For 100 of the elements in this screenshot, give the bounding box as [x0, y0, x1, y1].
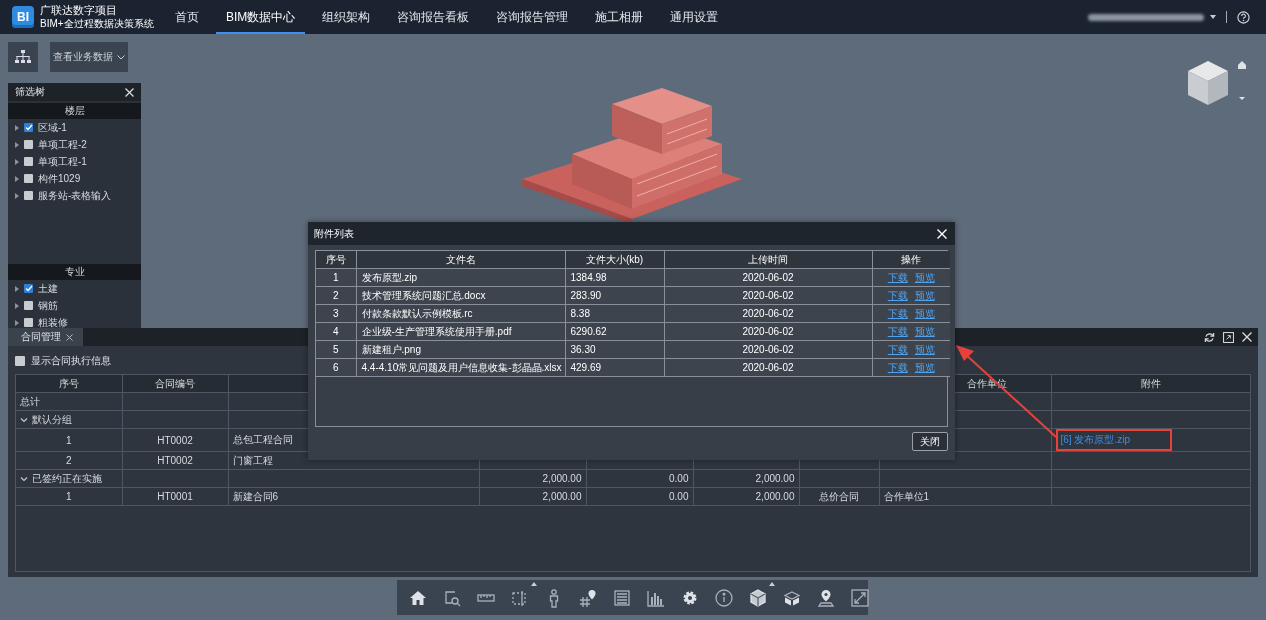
- table-cell: 1: [332, 272, 339, 283]
- help-icon[interactable]: [1237, 10, 1250, 24]
- file-name: 付款条款默认示例模板.rc: [361, 307, 473, 319]
- view-data-dropdown[interactable]: 查看业务数据: [50, 42, 128, 72]
- info-icon: [714, 587, 734, 608]
- attachment-link[interactable]: [6] 发布原型.zip: [1060, 434, 1130, 445]
- tree-item-label[interactable]: 单项工程-1: [38, 154, 87, 169]
- close-button[interactable]: 关闭: [912, 432, 948, 451]
- expand-arrow-icon[interactable]: [15, 175, 19, 182]
- tree-item-label[interactable]: 服务站-表格输入: [38, 188, 112, 203]
- table-cell: 2,000.00: [542, 473, 582, 484]
- expand-arrow-icon[interactable]: [15, 158, 19, 165]
- caret-icon[interactable]: [1210, 15, 1216, 19]
- action-link[interactable]: 下载: [887, 342, 908, 357]
- action-link[interactable]: 预览: [914, 324, 935, 339]
- nav-tab[interactable]: 组织架构: [312, 0, 381, 34]
- action-link[interactable]: 预览: [914, 342, 935, 357]
- upload-date: 2020-06-02: [742, 344, 794, 355]
- nav-tab[interactable]: 施工相册: [585, 0, 654, 34]
- upload-date: 2020-06-02: [742, 308, 794, 319]
- checkbox[interactable]: [24, 157, 33, 166]
- nav-tab[interactable]: 咨询报告管理: [486, 0, 579, 34]
- nav-tab[interactable]: 咨询报告看板: [387, 0, 480, 34]
- checkbox[interactable]: [24, 301, 33, 310]
- file-name: 企业级-生产管理系统使用手册.pdf: [361, 325, 512, 337]
- expand-arrow-icon[interactable]: [15, 124, 19, 131]
- table-cell: 2: [332, 290, 339, 301]
- close-icon[interactable]: [1242, 332, 1252, 342]
- action-link[interactable]: 预览: [914, 306, 935, 321]
- panel-tab[interactable]: 合同管理: [8, 328, 83, 346]
- tree-item-label[interactable]: 单项工程-2: [38, 137, 87, 152]
- tree-item-label[interactable]: 粗装修: [38, 315, 68, 330]
- close-icon[interactable]: [125, 87, 134, 97]
- tree-item-label[interactable]: 钢筋: [38, 298, 58, 313]
- action-link[interactable]: 下载: [887, 324, 908, 339]
- expand-arrow-icon[interactable]: [15, 285, 19, 292]
- action-link[interactable]: 下载: [887, 288, 908, 303]
- group-label: 默认分组: [32, 412, 72, 427]
- expand-arrow-icon[interactable]: [15, 141, 19, 148]
- tab-label[interactable]: 合同管理: [21, 330, 61, 344]
- org-tree-button[interactable]: [8, 42, 38, 72]
- table-cell: 1: [65, 491, 72, 502]
- tree-item-label[interactable]: 区域-1: [38, 120, 67, 135]
- table-cell: 门窗工程: [232, 454, 273, 466]
- table-cell: 6: [332, 362, 339, 373]
- chevron-icon[interactable]: [20, 474, 28, 483]
- tree-item-label[interactable]: 土建: [38, 281, 58, 296]
- checkbox[interactable]: [15, 356, 25, 366]
- table-cell: 2,000.00: [755, 491, 795, 502]
- action-link[interactable]: 下载: [887, 306, 908, 321]
- table-cell: HT0002: [157, 434, 193, 446]
- table-cell: 0.00: [669, 473, 689, 484]
- column-header: 上传时间: [748, 253, 788, 265]
- refresh-icon[interactable]: [1204, 331, 1215, 343]
- checkbox[interactable]: [24, 191, 33, 200]
- chevron-down-icon: [117, 54, 125, 60]
- file-name: 技术管理系统问题汇总.docx: [361, 289, 486, 301]
- upload-date: 2020-06-02: [742, 326, 794, 337]
- upload-date: 2020-06-02: [742, 272, 794, 283]
- upload-date: 2020-06-02: [742, 290, 794, 301]
- section-header: 楼层: [8, 103, 141, 119]
- table-cell: 2,000.00: [755, 473, 795, 484]
- caret-icon[interactable]: [531, 581, 537, 586]
- column-header: 序号: [58, 377, 79, 389]
- project-name: 广联达数字项目: [40, 3, 118, 17]
- checkbox[interactable]: [24, 318, 33, 327]
- action-link[interactable]: 下载: [887, 360, 908, 375]
- expand-arrow-icon[interactable]: [15, 192, 19, 199]
- checkbox[interactable]: [24, 140, 33, 149]
- table-cell: 3: [332, 308, 339, 319]
- expand-icon: [850, 587, 870, 608]
- chevron-icon[interactable]: [20, 415, 28, 424]
- tree-item-label[interactable]: 构件1029: [38, 171, 81, 186]
- action-link[interactable]: 下载: [887, 270, 908, 285]
- nav-tab[interactable]: 首页: [165, 0, 209, 34]
- checkbox[interactable]: [24, 284, 33, 293]
- expand-arrow-icon[interactable]: [15, 302, 19, 309]
- table-cell: 总包工程合同: [232, 434, 293, 445]
- pin-grid-icon: [578, 587, 598, 608]
- maximize-icon[interactable]: [1223, 331, 1234, 343]
- table-cell: 合作单位1: [883, 490, 930, 502]
- blurred-username[interactable]: [1088, 13, 1204, 21]
- checkbox-label[interactable]: 显示合同执行信息: [31, 354, 111, 368]
- file-name: 新建租户.png: [361, 343, 421, 355]
- action-link[interactable]: 预览: [914, 288, 935, 303]
- table-cell: 新建合同6: [232, 490, 279, 502]
- checkbox[interactable]: [24, 123, 33, 132]
- expand-arrow-icon[interactable]: [15, 319, 19, 326]
- table-cell: 4: [332, 326, 339, 337]
- action-link[interactable]: 预览: [914, 360, 935, 375]
- column-header: 操作: [901, 253, 922, 265]
- file-size: 36.30: [570, 344, 596, 355]
- table-cell: 0.00: [669, 491, 689, 502]
- nav-tab[interactable]: 通用设置: [660, 0, 729, 34]
- system-name: BIM+全过程数据决策系统: [40, 17, 155, 31]
- group-label: 已签约正在实施: [32, 471, 102, 486]
- table-cell: HT0001: [157, 491, 193, 502]
- action-link[interactable]: 预览: [914, 270, 935, 285]
- checkbox[interactable]: [24, 174, 33, 183]
- caret-icon[interactable]: [769, 581, 775, 586]
